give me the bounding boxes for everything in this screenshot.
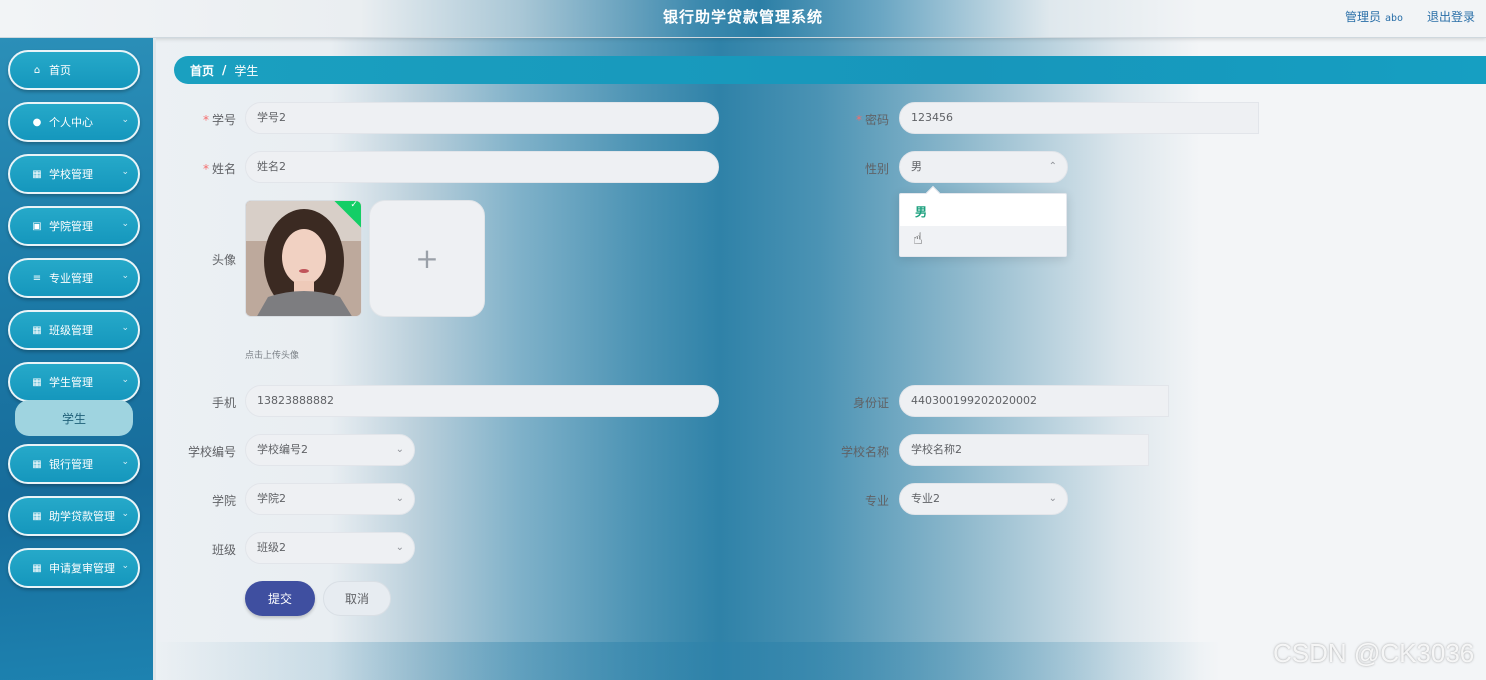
- sliders-icon: ≡: [32, 272, 42, 284]
- student-no-input[interactable]: 学号2: [245, 102, 719, 134]
- password-label: * 密码: [855, 113, 889, 127]
- chevron-down-icon: ⌄: [121, 323, 129, 333]
- avatar-image[interactable]: ✓: [245, 200, 362, 317]
- chevron-down-icon: ⌄: [121, 167, 129, 177]
- sidebar-item-label: 申请复审管理: [49, 562, 115, 575]
- app-title: 银行助学贷款管理系统: [662, 8, 823, 26]
- avatar-upload-tip: 点击上传头像: [245, 351, 300, 361]
- sidebar-item-student-management[interactable]: ▦ 学生管理 ⌄: [8, 362, 140, 402]
- sidebar-subitem-student[interactable]: 学生: [15, 400, 133, 436]
- logout-link[interactable]: 退出登录: [1427, 8, 1475, 25]
- grid-icon: ▦: [32, 376, 42, 388]
- cancel-button[interactable]: 取消: [323, 581, 391, 616]
- major-value: 专业2: [911, 492, 940, 505]
- breadcrumb-separator: /: [222, 63, 227, 77]
- submit-button[interactable]: 提交: [245, 581, 315, 616]
- avatar-label: 头像: [211, 253, 236, 267]
- user-role: 管理员: [1345, 10, 1382, 24]
- chevron-down-icon: ⌄: [121, 561, 129, 571]
- student-no-label: * 学号: [202, 113, 236, 127]
- gender-select[interactable]: 男 ⌃: [899, 151, 1068, 183]
- school-no-value: 学校编号2: [257, 443, 308, 456]
- sidebar-item-review-management[interactable]: ▦ 申请复审管理 ⌄: [8, 548, 140, 588]
- building-icon: ▣: [32, 220, 42, 232]
- gender-select-value: 男: [911, 160, 922, 173]
- chevron-down-icon: ⌄: [121, 115, 129, 125]
- major-label: 专业: [864, 494, 889, 508]
- college-label: 学院: [211, 494, 236, 508]
- hand-cursor-icon: ☝: [913, 229, 923, 248]
- sidebar-item-label: 学院管理: [49, 220, 93, 233]
- chevron-up-icon: ⌃: [1048, 161, 1057, 172]
- avatar-upload-button[interactable]: +: [369, 200, 485, 317]
- phone-label: 手机: [211, 396, 236, 410]
- sidebar-item-college-management[interactable]: ▣ 学院管理 ⌄: [8, 206, 140, 246]
- grid-icon: ▦: [32, 510, 42, 522]
- phone-input[interactable]: 13823888882: [245, 385, 719, 417]
- grid-icon: ▦: [32, 168, 42, 180]
- user-info: 管理员 abo: [1345, 8, 1403, 25]
- chevron-down-icon: ⌄: [121, 271, 129, 281]
- sidebar-item-label: 班级管理: [49, 324, 93, 337]
- top-header: 银行助学贷款管理系统 管理员 abo 退出登录: [0, 0, 1486, 38]
- breadcrumb-current: 学生: [234, 63, 259, 78]
- class-select[interactable]: 班级2 ⌄: [245, 532, 415, 564]
- sidebar-item-label: 学生管理: [49, 376, 93, 389]
- chevron-down-icon: ⌄: [121, 509, 129, 519]
- chevron-down-icon: ⌄: [121, 375, 129, 385]
- gender-dropdown: 男: [899, 185, 1067, 257]
- school-no-label: 学校编号: [187, 445, 236, 459]
- sidebar-item-home[interactable]: ⌂ 首页: [8, 50, 140, 90]
- name-input[interactable]: 姓名2: [245, 151, 719, 183]
- sidebar-item-bank-management[interactable]: ▦ 银行管理 ⌄: [8, 444, 140, 484]
- sidebar-item-label: 助学贷款管理: [49, 510, 115, 523]
- college-select[interactable]: 学院2 ⌄: [245, 483, 415, 515]
- portrait-image: [246, 201, 361, 316]
- chevron-down-icon: ⌄: [1048, 493, 1057, 504]
- watermark: CSDN @CK3036: [1273, 638, 1475, 668]
- gender-option-male[interactable]: 男: [900, 197, 1066, 227]
- chevron-down-icon: ⌄: [395, 444, 404, 455]
- sidebar-item-label: 学校管理: [49, 168, 93, 181]
- sidebar-item-label: 专业管理: [49, 272, 93, 285]
- grid-icon: ▦: [32, 324, 42, 336]
- grid-icon: ▦: [32, 458, 42, 470]
- sidebar-item-major-management[interactable]: ≡ 专业管理 ⌄: [8, 258, 140, 298]
- user-name: abo: [1385, 13, 1404, 24]
- id-card-input[interactable]: 440300199202020002: [899, 385, 1169, 417]
- name-label: * 姓名: [202, 162, 236, 176]
- plus-icon: +: [415, 242, 439, 275]
- chevron-down-icon: ⌄: [395, 542, 404, 553]
- sidebar-item-school-management[interactable]: ▦ 学校管理 ⌄: [8, 154, 140, 194]
- grid-icon: ▦: [32, 562, 42, 574]
- school-name-label: 学校名称: [840, 445, 889, 459]
- breadcrumb: 首页 / 学生: [174, 56, 1486, 84]
- breadcrumb-home[interactable]: 首页: [190, 62, 214, 79]
- school-name-input[interactable]: 学校名称2: [899, 434, 1149, 466]
- gender-option-hovered[interactable]: [900, 226, 1066, 256]
- school-no-select[interactable]: 学校编号2 ⌄: [245, 434, 415, 466]
- sidebar-item-loan-management[interactable]: ▦ 助学贷款管理 ⌄: [8, 496, 140, 536]
- gender-label: 性别: [864, 162, 889, 176]
- college-value: 学院2: [257, 492, 286, 505]
- chevron-down-icon: ⌄: [121, 457, 129, 467]
- sidebar-item-class-management[interactable]: ▦ 班级管理 ⌄: [8, 310, 140, 350]
- user-icon: ●: [32, 116, 42, 128]
- sidebar-item-label: 首页: [49, 64, 71, 77]
- class-label: 班级: [211, 543, 236, 557]
- sidebar-item-label: 个人中心: [49, 116, 93, 129]
- major-select[interactable]: 专业2 ⌄: [899, 483, 1068, 515]
- sidebar-item-personal-center[interactable]: ● 个人中心 ⌄: [8, 102, 140, 142]
- id-card-label: 身份证: [852, 396, 889, 410]
- password-input[interactable]: 123456: [899, 102, 1259, 134]
- sidebar-item-label: 银行管理: [49, 458, 93, 471]
- chevron-down-icon: ⌄: [395, 493, 404, 504]
- check-icon: ✓: [350, 200, 358, 211]
- chevron-down-icon: ⌄: [121, 219, 129, 229]
- class-value: 班级2: [257, 541, 286, 554]
- home-icon: ⌂: [33, 64, 41, 76]
